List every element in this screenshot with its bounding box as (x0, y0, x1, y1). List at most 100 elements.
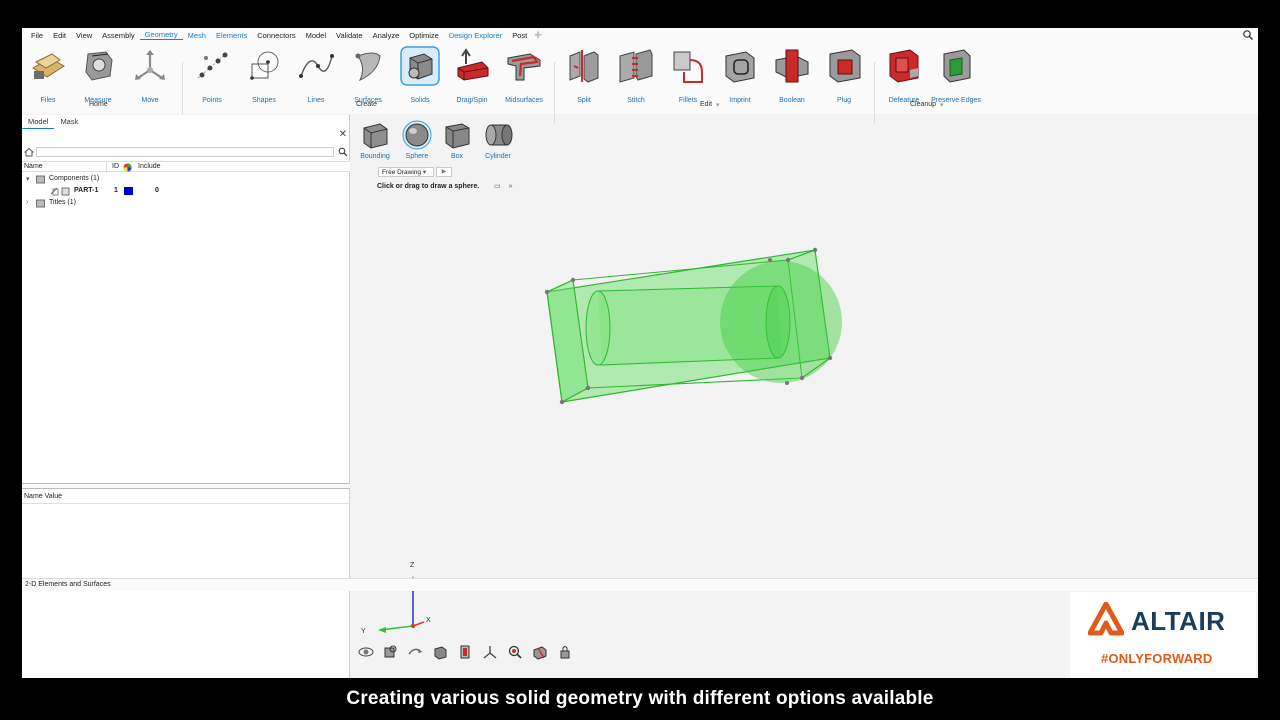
menu-elements[interactable]: Elements (211, 31, 252, 40)
stitch-label: Stitch (627, 97, 645, 104)
visibility-toggle-icon[interactable] (50, 187, 59, 196)
menu-mesh[interactable]: Mesh (183, 31, 211, 40)
chevron-down-icon[interactable]: ▾ (940, 101, 944, 109)
panel-splitter[interactable] (22, 483, 350, 489)
fillets-button[interactable]: Fillets (662, 46, 714, 104)
menu-post[interactable]: Post (507, 31, 532, 40)
split-button[interactable]: Split (558, 46, 610, 104)
graphics-viewport[interactable] (352, 208, 1252, 628)
measure-icon (85, 51, 113, 81)
chevron-down-icon[interactable]: ▾ (716, 101, 720, 109)
points-label: Points (202, 97, 222, 104)
menu-file[interactable]: File (26, 31, 48, 40)
tree-row-part[interactable]: PART-1 1 0 (22, 186, 350, 197)
bounding-button[interactable]: Bounding (357, 120, 393, 160)
cylinder-button[interactable]: Cylinder (480, 120, 516, 160)
boolean-label: Boolean (779, 97, 805, 104)
part-name: PART-1 (74, 187, 99, 194)
split-label: Split (577, 97, 591, 104)
search-icon[interactable] (338, 147, 348, 157)
files-button[interactable]: Files (22, 46, 74, 104)
stitch-icon (619, 49, 653, 83)
menu-validate[interactable]: Validate (331, 31, 368, 40)
zoom-icon[interactable] (507, 644, 523, 660)
menu-geometry[interactable]: Geometry (139, 30, 183, 40)
menu-design-explorer[interactable]: Design Explorer (444, 31, 507, 40)
shapes-icon (250, 51, 279, 80)
menu-edit[interactable]: Edit (48, 31, 71, 40)
midsurfaces-icon (507, 53, 541, 81)
menu-connectors[interactable]: Connectors (252, 31, 300, 40)
defeature-icon (889, 49, 919, 83)
menu-optimize[interactable]: Optimize (404, 31, 444, 40)
close-icon[interactable]: ✕ (339, 129, 347, 140)
defeature-button[interactable]: Defeature (878, 46, 930, 104)
drag-spin-label: Drag/Spin (456, 97, 488, 104)
shaded-view-icon[interactable] (432, 644, 448, 660)
shapes-label: Shapes (252, 97, 276, 104)
midsurfaces-button[interactable]: Midsurfaces (498, 46, 550, 104)
measure-button[interactable]: Measure (72, 46, 124, 104)
solid-geometry[interactable] (544, 247, 842, 405)
lines-button[interactable]: Lines (290, 46, 342, 104)
plug-button[interactable]: Plug (818, 46, 870, 104)
points-button[interactable]: Points (186, 46, 238, 104)
preserve-edges-button[interactable]: Preserve Edges (930, 46, 982, 104)
imprint-label: Imprint (729, 97, 751, 104)
sphere-button[interactable]: Sphere (399, 120, 435, 160)
boolean-button[interactable]: Boolean (766, 46, 818, 104)
triad-icon[interactable] (482, 644, 498, 660)
menu-model[interactable]: Model (301, 31, 331, 40)
camera-icon[interactable]: ▭ (494, 183, 501, 190)
cylinder-label: Cylinder (485, 153, 511, 160)
lock-icon[interactable] (557, 644, 573, 660)
preserve-edges-icon (943, 49, 971, 83)
tab-mask[interactable]: Mask (54, 115, 84, 129)
model-browser: Model Mask ✕ Name ID Include ▾ Component… (22, 115, 350, 678)
stitch-button[interactable]: Stitch (610, 46, 662, 104)
menu-assembly[interactable]: Assembly (97, 31, 140, 40)
tree-row-components[interactable]: ▾ Components (1) (22, 174, 350, 185)
view-fit-icon[interactable] (382, 644, 398, 660)
group-cleanup-label[interactable]: Cleanup (910, 101, 936, 108)
part-include: 0 (155, 187, 159, 194)
part-color-swatch[interactable] (124, 187, 133, 195)
box-label: Box (450, 153, 464, 160)
section-cut-icon[interactable] (532, 644, 548, 660)
tree-row-titles[interactable]: › Titles (1) (22, 198, 350, 209)
status-text: 2-D Elements and Surfaces (25, 581, 111, 588)
tab-model[interactable]: Model (22, 115, 55, 129)
part-id: 1 (114, 187, 118, 194)
chevron-double-down-icon[interactable]: » (509, 183, 513, 190)
axis-x-label: X (426, 617, 431, 624)
solids-button[interactable]: Solids (394, 46, 446, 104)
mesh-view-icon[interactable] (457, 644, 473, 660)
property-header-label: Name Value (24, 493, 63, 500)
menu-analyze[interactable]: Analyze (368, 31, 405, 40)
guide-hint: Click or drag to draw a sphere. (377, 183, 480, 190)
add-ribbon-icon[interactable]: ✚ (532, 30, 542, 41)
imprint-button[interactable]: Imprint (714, 46, 766, 104)
column-include[interactable]: Include (138, 163, 161, 170)
altair-logo: ALTAIR #ONLYFORWARD (1070, 592, 1256, 678)
home-icon[interactable] (24, 147, 34, 157)
column-id[interactable]: ID (112, 163, 119, 170)
menu-view[interactable]: View (71, 31, 97, 40)
chevron-right-icon[interactable]: › (26, 199, 28, 206)
drawing-mode-select[interactable]: Free Drawing ▾ (378, 167, 434, 177)
drag-spin-button[interactable]: Drag/Spin (446, 46, 498, 104)
chevron-down-icon[interactable]: ▾ (26, 175, 30, 183)
split-icon (569, 50, 599, 83)
play-icon[interactable]: ▶ (436, 167, 452, 177)
search-icon[interactable] (1242, 29, 1254, 41)
box-button[interactable]: Box (439, 120, 475, 160)
group-edit-label[interactable]: Edit (700, 101, 712, 108)
rotate-icon[interactable] (407, 644, 423, 660)
search-input[interactable] (36, 147, 334, 157)
move-button[interactable]: Move (124, 46, 176, 104)
titles-label: Titles (1) (49, 199, 76, 206)
surfaces-button[interactable]: Surfaces (342, 46, 394, 104)
view-orientation-icon[interactable] (358, 644, 374, 660)
column-name[interactable]: Name (24, 163, 43, 170)
shapes-button[interactable]: Shapes (238, 46, 290, 104)
